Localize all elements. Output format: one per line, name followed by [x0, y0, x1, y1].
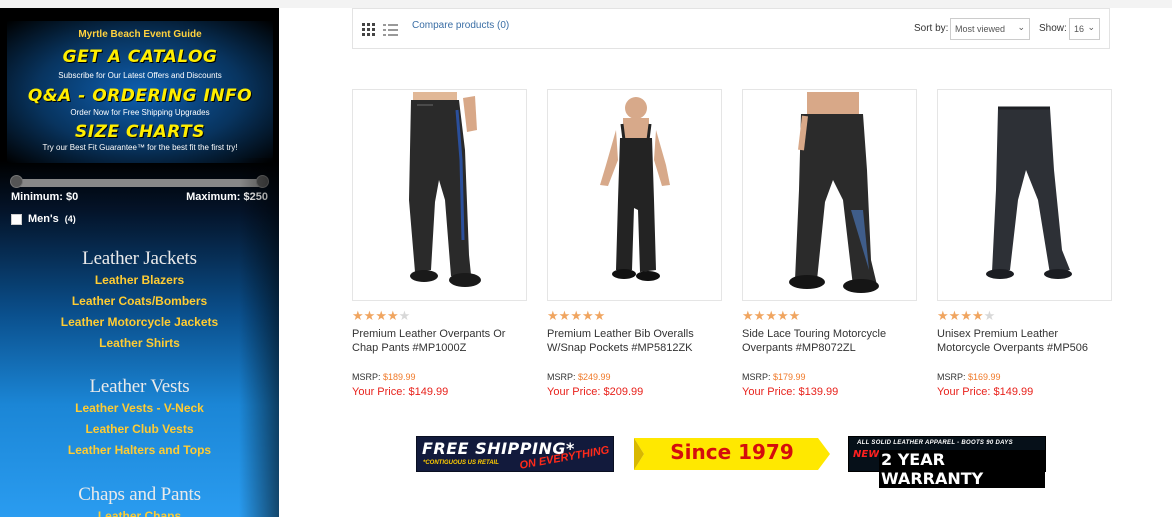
category-leather-jackets: Leather Jackets Leather Blazers Leather …	[0, 248, 279, 354]
category-link[interactable]: Leather Halters and Tops	[0, 440, 279, 461]
free-shipping-note: *CONTIGUOUS US RETAIL	[423, 460, 499, 466]
category-heading[interactable]: Chaps and Pants	[0, 484, 279, 506]
rating-stars: ★★★★★	[937, 308, 996, 323]
rating-stars: ★★★★★	[352, 308, 411, 323]
category-chaps-pants: Chaps and Pants Leather Chaps	[0, 484, 279, 517]
filter-mens-count: (4)	[64, 214, 76, 224]
grid-view-icon[interactable]	[362, 23, 375, 36]
product-name-link[interactable]: Side Lace Touring Motorcycle Overpants #…	[742, 327, 917, 369]
category-heading[interactable]: Leather Vests	[0, 376, 279, 398]
category-link[interactable]: Leather Shirts	[0, 333, 279, 354]
warranty-top-text: ALL SOLID LEATHER APPAREL - BOOTS 90 DAY…	[857, 440, 1013, 446]
rating-stars: ★★★★★	[742, 308, 801, 323]
product-card: ★★★★★ Premium Leather Overpants Or Chap …	[352, 89, 527, 398]
warranty-badge[interactable]: ALL SOLID LEATHER APPAREL - BOOTS 90 DAY…	[848, 436, 1046, 488]
product-image[interactable]	[547, 89, 722, 301]
price-max-label: Maximum: $250	[186, 191, 268, 203]
product-name-link[interactable]: Premium Leather Overpants Or Chap Pants …	[352, 327, 527, 369]
product-image[interactable]	[352, 89, 527, 301]
category-link[interactable]: Leather Blazers	[0, 270, 279, 291]
size-charts-link[interactable]: SIZE CHARTS	[7, 122, 273, 142]
category-link[interactable]: Leather Coats/Bombers	[0, 291, 279, 312]
sidebar: Myrtle Beach Event Guide GET A CATALOG S…	[0, 8, 279, 517]
product-image[interactable]	[937, 89, 1112, 301]
category-link[interactable]: Leather Motorcycle Jackets	[0, 312, 279, 333]
product-image[interactable]	[742, 89, 917, 301]
product-price: Your Price: $149.99	[352, 386, 449, 398]
show-label: Show:	[1039, 23, 1067, 34]
event-guide-link[interactable]: Myrtle Beach Event Guide	[7, 29, 273, 40]
product-price: Your Price: $149.99	[937, 386, 1034, 398]
compare-products-link[interactable]: Compare products (0)	[412, 20, 509, 31]
product-card: ★★★★★ Unisex Premium Leather Motorcycle …	[937, 89, 1112, 398]
price-slider-track[interactable]	[14, 179, 264, 187]
product-price: Your Price: $139.99	[742, 386, 839, 398]
ordering-subtext: Order Now for Free Shipping Upgrades	[70, 108, 210, 117]
price-slider-max-handle[interactable]	[256, 175, 269, 188]
sort-label: Sort by:	[914, 23, 949, 34]
since-1979-badge: Since 1979	[634, 436, 830, 472]
rating-stars: ★★★★★	[547, 308, 606, 323]
price-min-label: Minimum: $0	[11, 191, 79, 203]
warranty-main-text: 2 YEAR WARRANTY	[879, 450, 1045, 488]
top-strip	[0, 0, 1172, 8]
price-slider-min-handle[interactable]	[10, 175, 23, 188]
sort-select[interactable]: Most viewed ⌄	[950, 18, 1030, 40]
product-msrp: MSRP: $189.99	[352, 372, 416, 382]
page-size-value: 16	[1074, 24, 1085, 34]
chevron-down-icon: ⌄	[1087, 22, 1095, 32]
size-charts-subtext: Try our Best Fit Guarantee™ for the best…	[42, 143, 238, 152]
category-heading[interactable]: Leather Jackets	[0, 248, 279, 270]
product-msrp: MSRP: $249.99	[547, 372, 611, 382]
product-name-link[interactable]: Unisex Premium Leather Motorcycle Overpa…	[937, 327, 1112, 369]
category-leather-vests: Leather Vests Leather Vests - V-Neck Lea…	[0, 376, 279, 461]
category-link[interactable]: Leather Club Vests	[0, 419, 279, 440]
chevron-down-icon: ⌄	[1017, 22, 1025, 32]
filter-mens-checkbox[interactable]	[11, 213, 22, 225]
filter-mens[interactable]: Men's (4)	[11, 213, 76, 225]
sort-select-value: Most viewed	[955, 24, 1006, 34]
promo-banner[interactable]: Myrtle Beach Event Guide GET A CATALOG S…	[7, 21, 273, 163]
warranty-new-text: NEW	[853, 449, 880, 460]
product-toolbar: Compare products (0) Sort by: Most viewe…	[352, 8, 1110, 49]
filter-mens-label: Men's	[28, 213, 59, 225]
product-card: ★★★★★ Premium Leather Bib Overalls W/Sna…	[547, 89, 722, 398]
product-price: Your Price: $209.99	[547, 386, 644, 398]
product-name-link[interactable]: Premium Leather Bib Overalls W/Snap Pock…	[547, 327, 722, 369]
get-catalog-link[interactable]: GET A CATALOG	[7, 47, 273, 67]
product-msrp: MSRP: $179.99	[742, 372, 806, 382]
catalog-subtext: Subscribe for Our Latest Offers and Disc…	[58, 71, 222, 80]
free-shipping-badge[interactable]: FREE SHIPPING* *CONTIGUOUS US RETAIL ON …	[416, 436, 614, 472]
page-size-select[interactable]: 16 ⌄	[1069, 18, 1100, 40]
since-1979-text: Since 1979	[670, 440, 794, 464]
category-link[interactable]: Leather Vests - V-Neck	[0, 398, 279, 419]
product-msrp: MSRP: $169.99	[937, 372, 1001, 382]
ordering-info-link[interactable]: Q&A - ORDERING INFO	[7, 86, 273, 106]
category-link[interactable]: Leather Chaps	[0, 506, 279, 517]
list-view-icon[interactable]	[383, 23, 398, 36]
product-card: ★★★★★ Side Lace Touring Motorcycle Overp…	[742, 89, 917, 398]
